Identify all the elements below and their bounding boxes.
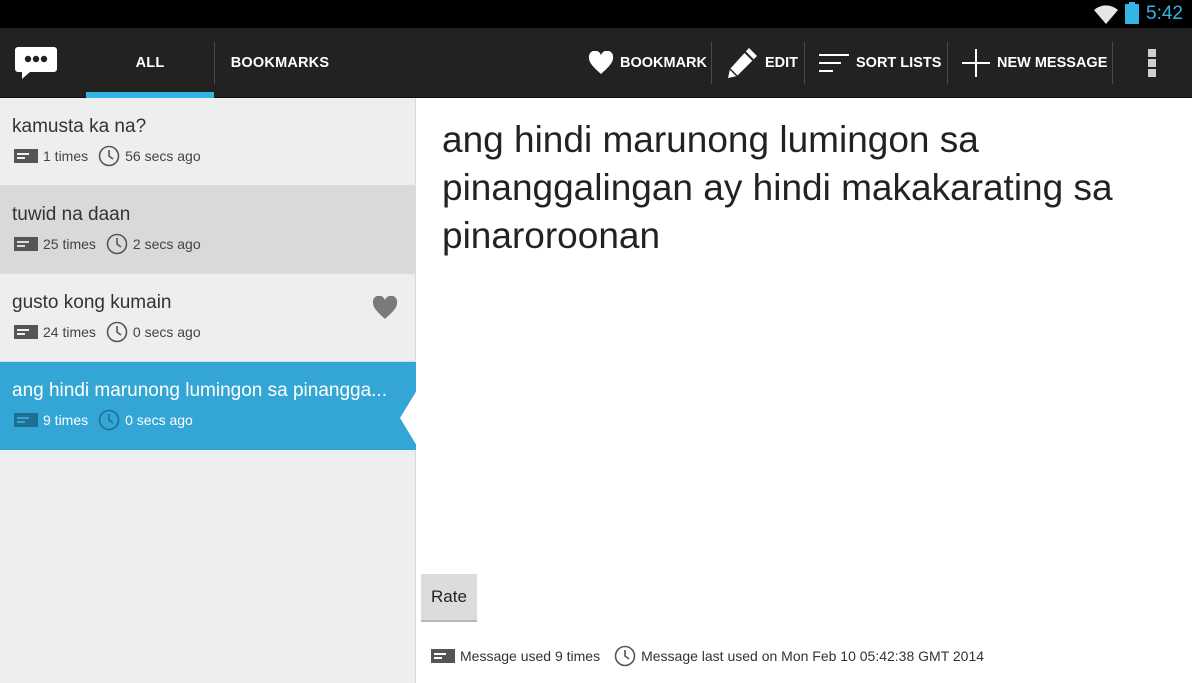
clock-icon — [106, 321, 128, 343]
list-item-title: gusto kong kumain — [12, 292, 172, 313]
action-divider — [1112, 42, 1113, 84]
usage-count: 1 times — [43, 148, 89, 164]
usage-text: Message used 9 times — [460, 648, 601, 664]
last-used-time: 56 secs ago — [125, 148, 201, 164]
list-item[interactable]: kamusta ka na? 1 times 56 secs ago — [0, 98, 416, 186]
tab-bookmarks[interactable]: BOOKMARKS — [215, 28, 345, 98]
message-detail: ang hindi marunong lumingon sa pinanggal… — [417, 98, 1192, 683]
list-item-title: tuwid na daan — [12, 204, 131, 225]
last-used-time: 0 secs ago — [132, 324, 201, 340]
list-item[interactable]: tuwid na daan 25 times 2 secs ago — [0, 186, 416, 274]
list-item-meta: 25 times 2 secs ago — [14, 233, 201, 255]
overflow-menu-icon[interactable] — [1140, 46, 1164, 80]
message-stats: Message used 9 times Message last used o… — [431, 645, 984, 667]
tab-all-label: ALL — [135, 55, 165, 71]
list-item[interactable]: ang hindi marunong lumingon sa pinangga.… — [0, 362, 416, 450]
pencil-icon — [728, 48, 757, 78]
clock-icon — [614, 645, 636, 667]
clock-icon — [98, 409, 120, 431]
last-used-time: 2 secs ago — [132, 236, 201, 252]
edit-button[interactable]: EDIT — [725, 28, 798, 98]
action-divider — [804, 42, 805, 84]
bookmark-button[interactable]: BOOKMARK — [588, 28, 707, 98]
status-bar: 5:42 — [0, 0, 1192, 28]
new-message-button[interactable]: NEW MESSAGE — [961, 28, 1107, 98]
clock-icon — [98, 145, 120, 167]
sort-icon — [819, 54, 849, 72]
status-clock: 5:42 — [1146, 3, 1183, 24]
bookmark-button-label: BOOKMARK — [620, 55, 707, 71]
sort-lists-button-label: SORT LISTS — [856, 55, 942, 71]
message-list: kamusta ka na? 1 times 56 secs ago tuwid… — [0, 98, 417, 683]
list-item-meta: 9 times 0 secs ago — [14, 409, 193, 431]
action-bar: ALL BOOKMARKS BOOKMARK EDIT SORT LISTS N… — [0, 28, 1192, 98]
action-divider — [947, 42, 948, 84]
list-item-meta: 1 times 56 secs ago — [14, 145, 201, 167]
new-message-button-label: NEW MESSAGE — [997, 55, 1108, 71]
last-used-text: Message last used on Mon Feb 10 05:42:38… — [641, 648, 985, 664]
sort-lists-button[interactable]: SORT LISTS — [818, 28, 941, 98]
battery-icon — [1125, 2, 1139, 24]
list-item-title: kamusta ka na? — [12, 116, 147, 137]
message-count-icon — [431, 649, 455, 663]
message-text: ang hindi marunong lumingon sa pinanggal… — [442, 119, 1113, 256]
usage-count: 24 times — [43, 324, 96, 340]
tab-bookmarks-label: BOOKMARKS — [230, 55, 330, 71]
rate-button[interactable]: Rate — [421, 574, 477, 622]
message-count-icon — [14, 237, 38, 251]
chat-bubble-icon[interactable] — [14, 45, 58, 81]
tab-all[interactable]: ALL — [86, 28, 214, 98]
edit-button-label: EDIT — [765, 55, 799, 71]
list-item-meta: 24 times 0 secs ago — [14, 321, 201, 343]
bookmarked-heart-icon — [372, 296, 398, 319]
list-item-title: ang hindi marunong lumingon sa pinangga.… — [12, 380, 387, 401]
message-count-icon — [14, 149, 38, 163]
heart-icon — [588, 51, 614, 74]
wifi-icon — [1094, 5, 1118, 24]
last-used-time: 0 secs ago — [125, 412, 193, 428]
clock-icon — [106, 233, 128, 255]
list-item[interactable]: gusto kong kumain 24 times 0 secs ago — [0, 274, 416, 362]
selection-pointer — [400, 390, 417, 446]
message-count-icon — [14, 325, 38, 339]
action-divider — [711, 42, 712, 84]
plus-icon — [962, 49, 990, 77]
usage-count: 9 times — [43, 412, 89, 428]
usage-count: 25 times — [43, 236, 96, 252]
message-count-icon — [14, 413, 38, 427]
